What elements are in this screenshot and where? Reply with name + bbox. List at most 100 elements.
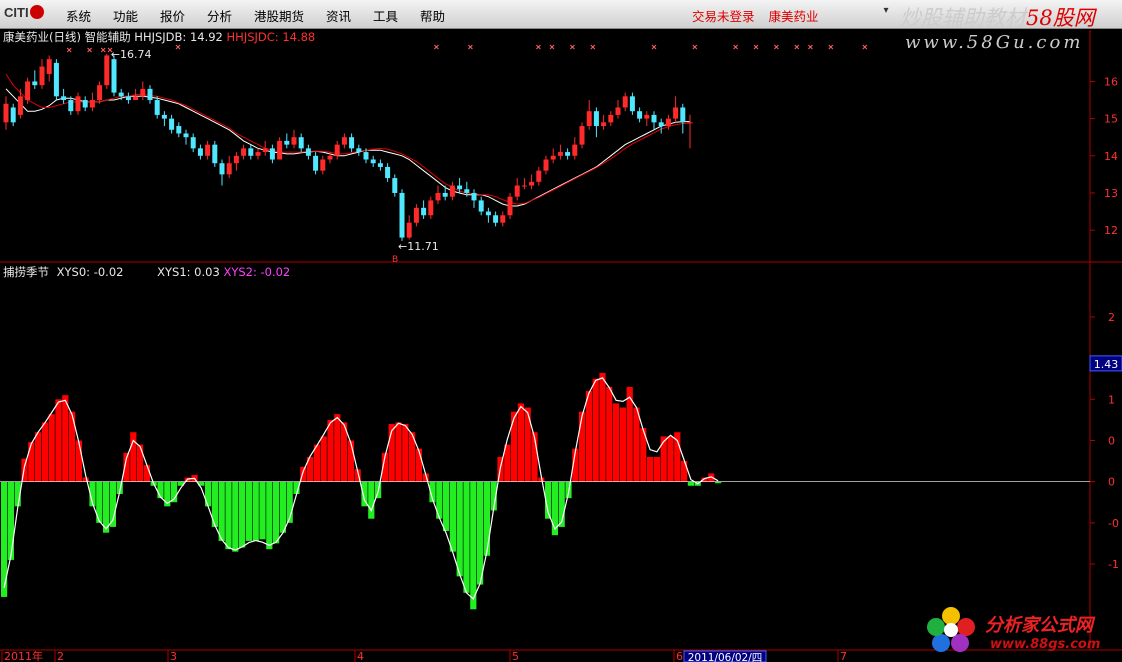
candle-body (363, 152, 369, 160)
candle-body (118, 92, 124, 97)
osc-bar (28, 442, 35, 482)
menu-hk-futures[interactable]: 港股期货 (254, 9, 304, 24)
signal-cross-icon (753, 44, 759, 50)
osc-bar (347, 440, 354, 482)
candle-body (637, 111, 643, 119)
candle-body (341, 137, 347, 145)
candle-body (82, 100, 88, 108)
candle-body (140, 88, 146, 97)
menu-tools[interactable]: 工具 (373, 9, 398, 24)
candle-body (313, 155, 319, 171)
menu-help[interactable]: 帮助 (420, 9, 445, 24)
candle-body (190, 137, 196, 149)
cursor-value-label: 1.43 (1094, 358, 1119, 371)
minimize-icon[interactable]: ▾ (880, 4, 892, 18)
candle-body (226, 163, 232, 175)
candle-body (622, 96, 628, 108)
menu-analysis[interactable]: 分析 (207, 9, 232, 24)
osc-bar (279, 481, 286, 533)
current-stock: 康美药业 (768, 9, 819, 24)
osc-tick-label: -1 (1108, 558, 1119, 571)
candle-body (442, 192, 448, 197)
price-legend: 康美药业(日线) 智能辅助 HHJSJDB: 14.92 HHJSJDC: 14… (3, 29, 315, 45)
candle-body (349, 137, 355, 149)
signal-cross-icon (828, 44, 834, 50)
osc-bar (592, 378, 599, 482)
osc-bar (402, 424, 409, 482)
cursor-date-label: 2011/06/02/四 (688, 652, 763, 662)
indicator-legend: 捕捞季节 XYS0: -0.02 XYS1: 0.03 XYS2: -0.02 (3, 264, 290, 280)
osc-bar (62, 395, 69, 482)
osc-bar (245, 481, 252, 541)
xys0-label: XYS0: -0.02 (56, 265, 124, 279)
signal-cross-icon (100, 47, 106, 53)
candle-body (305, 148, 311, 156)
menu-quote[interactable]: 报价 (160, 9, 185, 24)
xys2-label: XYS2: -0.02 (223, 265, 291, 279)
osc-bar (266, 481, 273, 550)
xys1-label: XYS1: 0.03 (157, 265, 220, 279)
candle-body (687, 122, 693, 124)
candle-body (601, 122, 607, 127)
candle-body (385, 166, 391, 179)
osc-bar (606, 386, 613, 482)
watermark-top-url: www.58Gu.com (905, 32, 1084, 53)
time-tick-label: 2011年 (4, 649, 43, 662)
signal-cross-icon (651, 44, 657, 50)
osc-bar (273, 481, 280, 544)
osc-bar (137, 444, 144, 482)
time-tick-label: 5 (512, 650, 519, 662)
osc-bar (511, 411, 518, 482)
candle-body (277, 140, 283, 160)
menu-news[interactable]: 资讯 (326, 9, 351, 24)
osc-bar (687, 481, 694, 486)
signal-cross-icon (66, 47, 72, 53)
indicator-panel-title: 捕捞季节 (3, 265, 49, 279)
time-tick-label: 4 (357, 650, 364, 662)
low-price-label: ←11.71 (398, 240, 439, 253)
osc-bar (334, 414, 341, 482)
time-tick-label: 3 (170, 650, 177, 662)
candle-body (10, 107, 16, 123)
ma-line-hhjsjdb (5, 88, 690, 207)
candle-body (53, 62, 59, 97)
login-status[interactable]: 交易未登录 (692, 9, 755, 24)
candle-body (579, 126, 585, 145)
signal-cross-icon (536, 44, 541, 50)
candle-body (334, 144, 340, 156)
osc-bar (483, 481, 490, 556)
osc-bar (35, 432, 42, 482)
osc-bar (579, 411, 586, 482)
stock-chart[interactable]: ←16.74 ←11.71B 16 15 14 13 12 2 1 0 0 -0 -1 1.43 2011… (0, 0, 1122, 662)
candle-body (651, 114, 657, 123)
osc-bar (653, 456, 660, 482)
osc-bar (368, 481, 375, 519)
candle-body (421, 207, 427, 216)
osc-tick-label: 0 (1108, 476, 1115, 489)
candle-body (147, 88, 153, 101)
candle-body (75, 96, 81, 112)
candle-body (478, 200, 484, 212)
candle-body (586, 111, 592, 127)
osc-bar (415, 448, 422, 482)
candle-body (521, 185, 527, 187)
candle-body (629, 96, 635, 112)
candle-body (608, 114, 614, 123)
candle-body (665, 118, 671, 127)
candle-body (550, 155, 556, 160)
candle-body (593, 111, 599, 127)
osc-bar (470, 481, 477, 610)
candle-body (406, 222, 412, 238)
menu-system[interactable]: 系统 (66, 9, 91, 24)
osc-bar (613, 403, 620, 482)
osc-bar (103, 481, 110, 533)
candle-body (39, 66, 45, 86)
flower-logo-icon (927, 607, 975, 652)
menu-function[interactable]: 功能 (113, 9, 138, 24)
candle-body (435, 192, 441, 201)
candle-body (219, 163, 225, 175)
candle-body (89, 100, 95, 108)
signal-cross-icon (794, 44, 800, 50)
candle-body (428, 200, 434, 216)
osc-bar (55, 399, 62, 482)
